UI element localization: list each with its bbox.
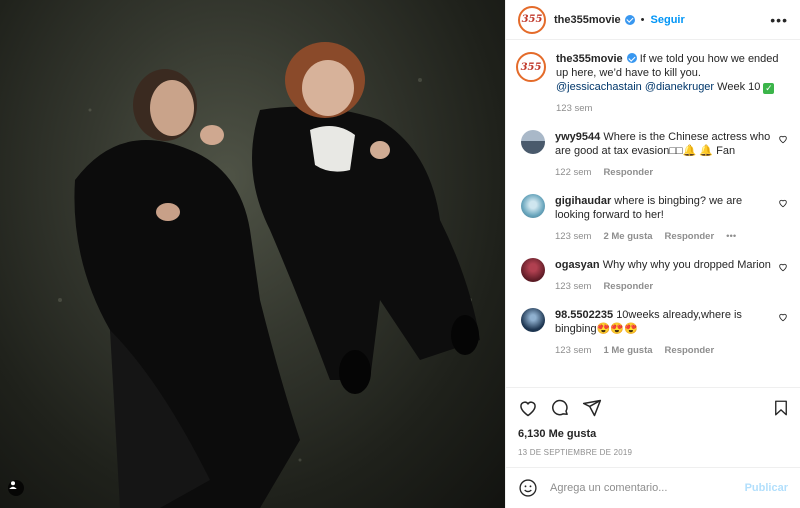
reply-button[interactable]: Responder bbox=[665, 230, 715, 244]
comment-likes[interactable]: 2 Me gusta bbox=[603, 230, 652, 244]
emoji-icon[interactable] bbox=[518, 478, 538, 498]
reply-button[interactable]: Responder bbox=[603, 280, 653, 294]
comment-item: gigihaudar where is bingbing? we are loo… bbox=[518, 194, 788, 244]
comment-icon[interactable] bbox=[550, 398, 570, 418]
mention-link[interactable]: @jessicachastain bbox=[556, 81, 642, 93]
comment-time[interactable]: 123 sem bbox=[555, 230, 591, 244]
follow-button[interactable]: Seguir bbox=[651, 14, 685, 26]
reply-button[interactable]: Responder bbox=[665, 344, 715, 358]
verified-badge-icon bbox=[624, 14, 635, 25]
verified-badge-icon bbox=[626, 53, 637, 63]
comment-item: 98.5502235 10weeks already,where is bing… bbox=[518, 308, 788, 358]
commenter-avatar[interactable] bbox=[521, 194, 545, 218]
avatar-logo-text: 355 bbox=[520, 61, 542, 73]
user-tag-icon[interactable] bbox=[8, 480, 24, 496]
caption-username[interactable]: the355movie bbox=[556, 53, 623, 65]
post-date[interactable]: 13 DE SEPTIEMBRE DE 2019 bbox=[506, 446, 800, 468]
comment-more-button[interactable]: ••• bbox=[726, 230, 736, 244]
comment-likes[interactable]: 1 Me gusta bbox=[603, 344, 652, 358]
commenter-avatar[interactable] bbox=[521, 130, 545, 154]
header-username[interactable]: the355movie bbox=[554, 14, 621, 26]
instagram-post-view: 355 the355movie • Seguir ••• 355 the355m… bbox=[0, 0, 800, 508]
mention-link[interactable]: @dianekruger bbox=[645, 81, 714, 93]
account-avatar[interactable]: 355 bbox=[518, 5, 546, 34]
comment-item: ywy9544 Where is the Chinese actress who… bbox=[518, 130, 788, 180]
comment-time[interactable]: 123 sem bbox=[555, 280, 591, 294]
like-comment-heart-icon[interactable] bbox=[778, 198, 788, 208]
photo-illustration bbox=[58, 42, 480, 508]
bookmark-icon[interactable] bbox=[772, 399, 790, 417]
like-comment-heart-icon[interactable] bbox=[778, 312, 788, 322]
post-photo[interactable] bbox=[0, 0, 505, 508]
caption-time[interactable]: 123 sem bbox=[556, 102, 592, 116]
comment-text: Why why why you dropped Marion bbox=[602, 259, 771, 271]
comment-time[interactable]: 122 sem bbox=[555, 166, 591, 180]
comment-input[interactable]: Agrega un comentario... bbox=[550, 482, 745, 494]
comment-username[interactable]: ywy9544 bbox=[555, 131, 600, 143]
like-comment-heart-icon[interactable] bbox=[778, 134, 788, 144]
reply-button[interactable]: Responder bbox=[603, 166, 653, 180]
comment-item: ogasyan Why why why you dropped Marion 1… bbox=[518, 258, 788, 294]
post-caption: 355 the355movie If we told you how we en… bbox=[516, 52, 788, 116]
comment-username[interactable]: 98.5502235 bbox=[555, 309, 613, 321]
like-comment-heart-icon[interactable] bbox=[778, 262, 788, 272]
comment-username[interactable]: gigihaudar bbox=[555, 195, 611, 207]
publish-button[interactable]: Publicar bbox=[745, 482, 788, 494]
comment-time[interactable]: 123 sem bbox=[555, 344, 591, 358]
commenter-avatar[interactable] bbox=[521, 258, 545, 282]
caption-tail: Week 10 bbox=[717, 81, 761, 93]
heart-icon[interactable] bbox=[518, 398, 538, 418]
caption-avatar[interactable]: 355 bbox=[516, 52, 546, 82]
separator-dot: • bbox=[640, 13, 645, 26]
avatar-logo-text: 355 bbox=[521, 14, 543, 25]
check-emoji-icon: ✓ bbox=[763, 83, 775, 94]
likes-count[interactable]: 6,130 Me gusta bbox=[506, 428, 800, 446]
commenter-avatar[interactable] bbox=[521, 308, 545, 332]
add-comment-bar: Agrega un comentario... Publicar bbox=[506, 468, 800, 508]
comments-section: 355 the355movie If we told you how we en… bbox=[506, 40, 800, 388]
more-options-button[interactable]: ••• bbox=[770, 12, 788, 28]
share-icon[interactable] bbox=[582, 398, 602, 418]
post-sidebar: 355 the355movie • Seguir ••• 355 the355m… bbox=[505, 0, 800, 508]
comment-username[interactable]: ogasyan bbox=[555, 259, 600, 271]
post-actions-bar bbox=[506, 388, 800, 428]
post-header: 355 the355movie • Seguir ••• bbox=[506, 0, 800, 40]
